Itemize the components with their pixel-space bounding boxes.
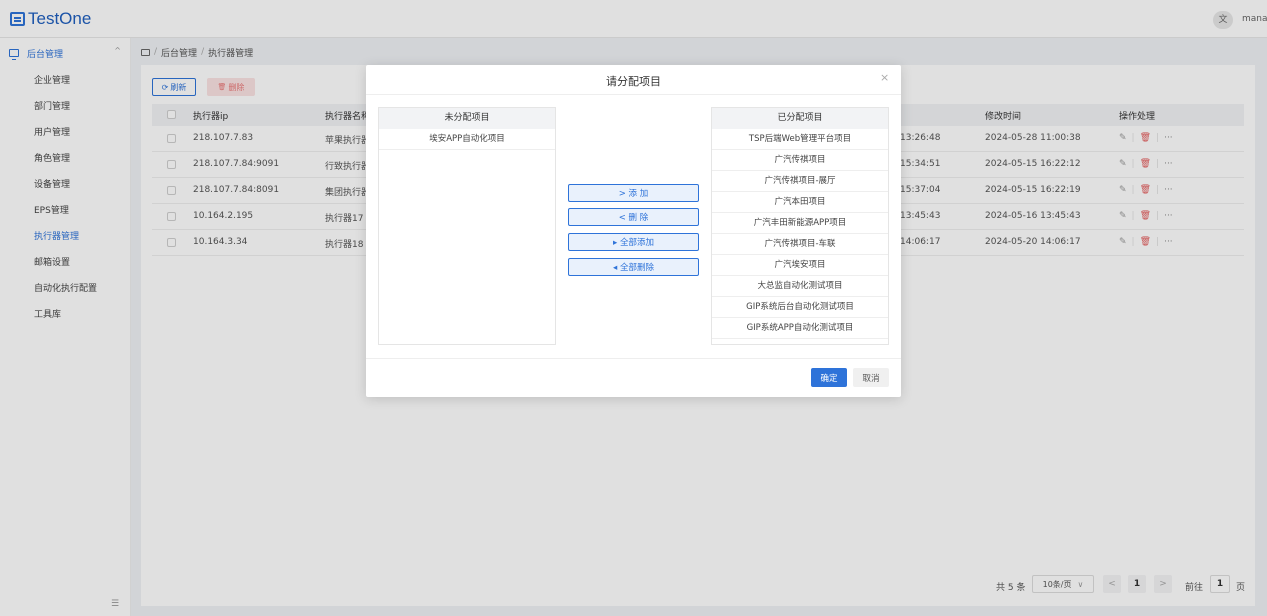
- divider: [366, 94, 901, 95]
- dialog-title: 请分配项目: [606, 75, 661, 88]
- cancel-button[interactable]: 取消: [853, 368, 889, 387]
- assigned-list-title: 已分配项目: [712, 108, 888, 129]
- assigned-list: 已分配项目 TSP后端Web管理平台项目 广汽传祺项目 广汽传祺项目-展厅 广汽本田项…: [711, 107, 889, 345]
- unassigned-project-item[interactable]: 埃安APP自动化项目: [379, 129, 555, 150]
- assigned-project-item[interactable]: GIP系统后台自动化测试项目: [712, 297, 888, 318]
- assigned-project-item[interactable]: 广汽丰田新能源APP项目: [712, 213, 888, 234]
- add-button[interactable]: > 添 加: [568, 184, 699, 202]
- close-icon[interactable]: ×: [880, 71, 889, 84]
- unassigned-list: 未分配项目 埃安APP自动化项目: [378, 107, 556, 345]
- assigned-project-item[interactable]: 广汽传祺项目-展厅: [712, 171, 888, 192]
- assigned-project-item[interactable]: GIP系统APP自动化测试项目: [712, 318, 888, 339]
- assigned-project-item[interactable]: 广汽传祺项目-车联: [712, 234, 888, 255]
- confirm-button[interactable]: 确定: [811, 368, 847, 387]
- assigned-project-item[interactable]: 广汽埃安项目: [712, 255, 888, 276]
- assigned-project-item[interactable]: 广汽传祺项目: [712, 150, 888, 171]
- unassigned-list-title: 未分配项目: [379, 108, 555, 129]
- assigned-project-item[interactable]: 大总监自动化测试项目: [712, 276, 888, 297]
- add-all-button[interactable]: ▸ 全部添加: [568, 233, 699, 251]
- assign-project-dialog: 请分配项目 × 未分配项目 埃安APP自动化项目 > 添 加 < 删 除 ▸ 全…: [366, 65, 901, 397]
- assigned-project-item[interactable]: 广汽本田项目: [712, 192, 888, 213]
- remove-all-button[interactable]: ◂ 全部删除: [568, 258, 699, 276]
- assigned-project-item[interactable]: TSP后端Web管理平台项目: [712, 129, 888, 150]
- divider: [366, 358, 901, 359]
- remove-button[interactable]: < 删 除: [568, 208, 699, 226]
